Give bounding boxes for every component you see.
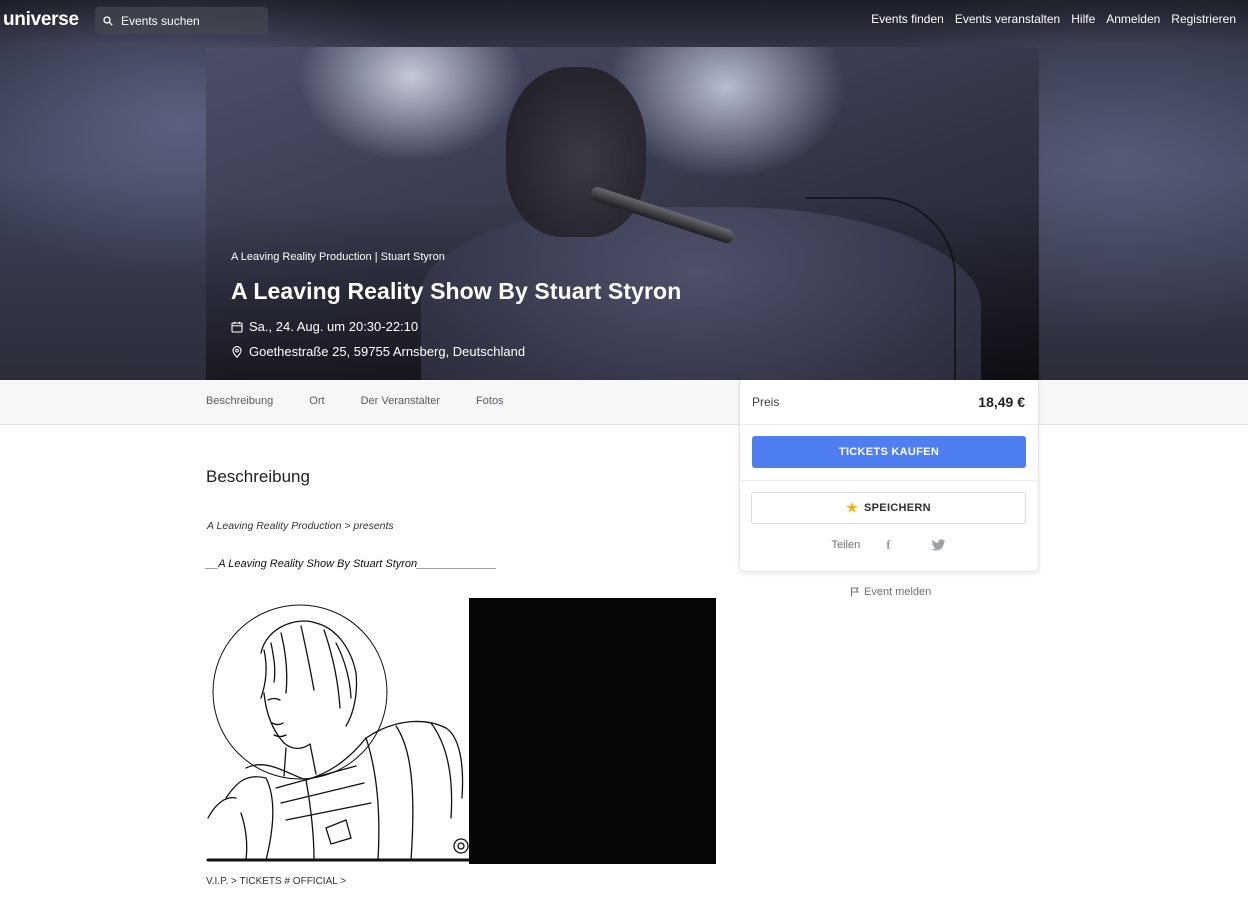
search-input[interactable] xyxy=(121,13,261,28)
event-location-row: Goethestraße 25, 59755 Arnsberg, Deutsch… xyxy=(231,344,681,359)
flag-icon xyxy=(850,587,859,597)
twitter-icon[interactable] xyxy=(931,538,946,552)
nav-link-anmelden[interactable]: Anmelden xyxy=(1106,12,1160,26)
nav-link-events-finden[interactable]: Events finden xyxy=(871,12,944,26)
section-tabs-bar: Beschreibung Ort Der Veranstalter Fotos xyxy=(0,380,1248,425)
performer-head-shape xyxy=(506,67,646,237)
price-value: 18,49 € xyxy=(978,394,1025,410)
nav-link-hilfe[interactable]: Hilfe xyxy=(1071,12,1095,26)
top-navigation: universe Events finden Events veranstalt… xyxy=(0,0,1248,40)
report-event-link[interactable]: Event melden xyxy=(850,586,931,598)
tab-der-veranstalter[interactable]: Der Veranstalter xyxy=(361,395,440,407)
event-date: Sa., 24. Aug. um 20:30-22:10 xyxy=(249,319,419,334)
astronaut-sketch-drawing xyxy=(206,604,469,862)
section-tabs: Beschreibung Ort Der Veranstalter Fotos xyxy=(206,395,540,407)
nav-links: Events finden Events veranstalten Hilfe … xyxy=(871,12,1236,26)
price-row: Preis 18,49 € xyxy=(740,380,1038,425)
event-hero-text: A Leaving Reality Production | Stuart St… xyxy=(231,251,681,369)
event-date-row: Sa., 24. Aug. um 20:30-22:10 xyxy=(231,319,681,334)
search-icon xyxy=(103,15,113,26)
save-button[interactable]: ★ SPEICHERN xyxy=(751,492,1026,524)
universe-logo[interactable]: universe xyxy=(3,9,79,31)
black-image-panel xyxy=(469,598,716,864)
calendar-icon xyxy=(231,321,243,333)
description-vip-tickets-line[interactable]: V.I.P. > TICKETS # OFFICIAL > xyxy=(206,876,346,887)
save-button-label: SPEICHERN xyxy=(864,502,931,514)
report-event-label: Event melden xyxy=(864,586,932,598)
event-title: A Leaving Reality Show By Stuart Styron xyxy=(231,278,682,304)
description-heading: Beschreibung xyxy=(206,467,310,486)
price-label: Preis xyxy=(752,395,780,409)
share-row: Teilen f xyxy=(751,537,1026,553)
description-line-presents: A Leaving Reality Production > presents xyxy=(207,520,394,532)
event-hero-image: A Leaving Reality Production | Stuart St… xyxy=(206,47,1039,380)
nav-link-events-veranstalten[interactable]: Events veranstalten xyxy=(955,12,1060,26)
save-section: ★ SPEICHERN Teilen f xyxy=(740,481,1038,553)
star-icon: ★ xyxy=(846,500,859,515)
location-pin-icon xyxy=(232,345,242,358)
nav-link-registrieren[interactable]: Registrieren xyxy=(1171,12,1236,26)
microphone-cord-shape xyxy=(806,197,956,380)
facebook-icon[interactable]: f xyxy=(886,537,890,553)
search-box[interactable] xyxy=(95,7,268,34)
description-line-title: __A Leaving Reality Show By Stuart Styro… xyxy=(206,558,497,570)
tab-ort[interactable]: Ort xyxy=(309,395,324,407)
astronaut-sketch-image xyxy=(206,598,469,864)
tab-fotos[interactable]: Fotos xyxy=(476,395,504,407)
buy-tickets-button[interactable]: TICKETS KAUFEN xyxy=(752,436,1026,468)
ticket-panel: Preis 18,49 € TICKETS KAUFEN ★ SPEICHERN… xyxy=(739,380,1039,572)
buy-section: TICKETS KAUFEN xyxy=(740,425,1038,481)
tab-beschreibung[interactable]: Beschreibung xyxy=(206,395,273,407)
share-label: Teilen xyxy=(831,539,861,551)
event-location[interactable]: Goethestraße 25, 59755 Arnsberg, Deutsch… xyxy=(249,344,525,359)
event-organizer-line[interactable]: A Leaving Reality Production | Stuart St… xyxy=(231,251,681,263)
